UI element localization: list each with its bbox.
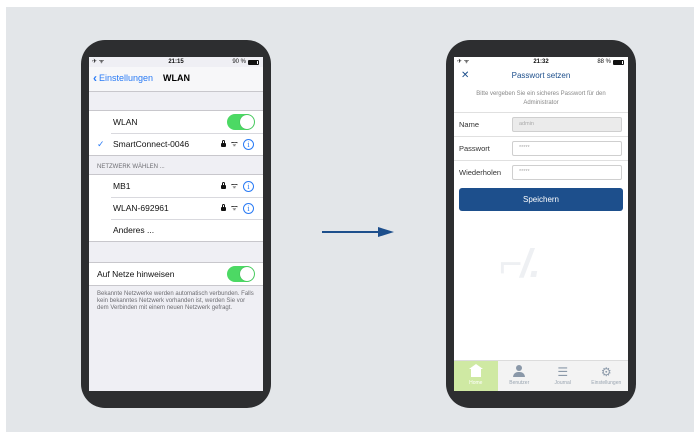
chevron-left-icon: ‹ [93, 71, 97, 85]
password-field[interactable]: ***** [512, 141, 622, 156]
other-label: Anderes ... [113, 225, 155, 235]
tab-users[interactable]: Benutzer [498, 361, 542, 391]
connected-network-row[interactable]: ✓ SmartConnect-0046 ᯤi [89, 133, 263, 155]
status-bar: ✈ ᯤ 21:32 88 % [454, 57, 628, 67]
repeat-password-field[interactable]: ***** [512, 165, 622, 180]
tab-settings[interactable]: ⚙ Einstellungen [585, 361, 629, 391]
network-name: MB1 [113, 181, 131, 191]
password-label: Passwort [459, 144, 490, 153]
ask-networks-group: Auf Netze hinweisen [89, 262, 263, 286]
status-bar: ✈ ᯤ 21:15 90 % [89, 57, 263, 67]
tab-label: Home [469, 380, 483, 386]
network-name: WLAN-692961 [113, 203, 169, 213]
footer-note: Bekannte Netzwerke werden automatisch ve… [97, 291, 254, 311]
phone-wlan-settings: ✈ ᯤ 21:15 90 % ‹ Einstellungen WLAN WLAN … [81, 40, 271, 408]
tab-label: Journal [554, 380, 571, 386]
network-name: SmartConnect-0046 [113, 139, 190, 149]
lock-icon [220, 204, 226, 211]
repeat-label: Wiederholen [459, 168, 502, 177]
info-icon[interactable]: i [243, 202, 254, 214]
battery-icon [248, 59, 259, 65]
phone-set-password: ✈ ᯤ 21:32 88 % ✕ Passwort setzen Bitte v… [446, 40, 636, 408]
arrow-right-icon [322, 227, 394, 237]
save-button[interactable]: Speichern [459, 188, 623, 211]
tab-home[interactable]: Home [454, 361, 498, 391]
list-icon: ☰ [557, 365, 569, 379]
section-header: NETZWERK WÄHLEN ... [97, 164, 165, 170]
tab-label: Benutzer [509, 380, 530, 386]
info-icon[interactable]: i [243, 138, 254, 150]
name-label: Name [459, 120, 480, 129]
tab-bar: Home Benutzer ☰ Journal ⚙ Einstellungen [454, 360, 628, 391]
nav-bar: ‹ Einstellungen WLAN [89, 67, 263, 92]
password-screen: ✈ ᯤ 21:32 88 % ✕ Passwort setzen Bitte v… [454, 57, 628, 391]
back-label: Einstellungen [99, 73, 154, 83]
gear-icon: ⚙ [600, 365, 612, 379]
ask-networks-label: Auf Netze hinweisen [97, 269, 175, 279]
tab-label: Einstellungen [591, 380, 622, 386]
lock-icon [220, 140, 226, 147]
page-title: WLAN [163, 73, 190, 83]
user-icon [512, 365, 526, 378]
logo-watermark: ⌐/. [499, 242, 541, 286]
nav-bar: ✕ Passwort setzen [454, 67, 628, 84]
background-panel: ✈ ᯤ 21:15 90 % ‹ Einstellungen WLAN WLAN … [6, 7, 694, 432]
home-icon [468, 364, 483, 377]
name-row: Name admin [454, 112, 628, 136]
battery-percent: 88 % [597, 59, 611, 65]
wifi-icon: ᯤ [230, 181, 238, 190]
checkmark-icon: ✓ [97, 139, 105, 149]
password-hint: Bitte vergeben Sie ein sicheres Passwort… [476, 91, 606, 106]
ask-networks-row: Auf Netze hinweisen [89, 263, 263, 285]
tab-journal[interactable]: ☰ Journal [541, 361, 585, 391]
info-icon[interactable]: i [243, 180, 254, 192]
wlan-toggle[interactable] [227, 114, 255, 130]
networks-group: MB1 ᯤi WLAN-692961 ᯤi Anderes ... [89, 174, 263, 242]
network-row[interactable]: WLAN-692961 ᯤi [89, 197, 263, 219]
battery-icon [613, 59, 624, 65]
page-title: Passwort setzen [511, 71, 571, 80]
password-row: Passwort ***** [454, 136, 628, 160]
wlan-row: WLAN [89, 111, 263, 133]
network-row[interactable]: MB1 ᯤi [89, 175, 263, 197]
other-network-row[interactable]: Anderes ... [89, 219, 263, 241]
wlan-label: WLAN [113, 117, 138, 127]
wlan-group: WLAN ✓ SmartConnect-0046 ᯤi [89, 110, 263, 156]
ask-networks-toggle[interactable] [227, 266, 255, 282]
wifi-icon: ᯤ [230, 203, 238, 212]
back-button[interactable]: ‹ Einstellungen [93, 67, 153, 89]
wlan-screen: ✈ ᯤ 21:15 90 % ‹ Einstellungen WLAN WLAN … [89, 57, 263, 391]
lock-icon [220, 182, 226, 189]
battery-percent: 90 % [232, 59, 246, 65]
name-field: admin [512, 117, 622, 132]
repeat-row: Wiederholen ***** [454, 160, 628, 184]
wifi-icon: ᯤ [230, 139, 238, 148]
